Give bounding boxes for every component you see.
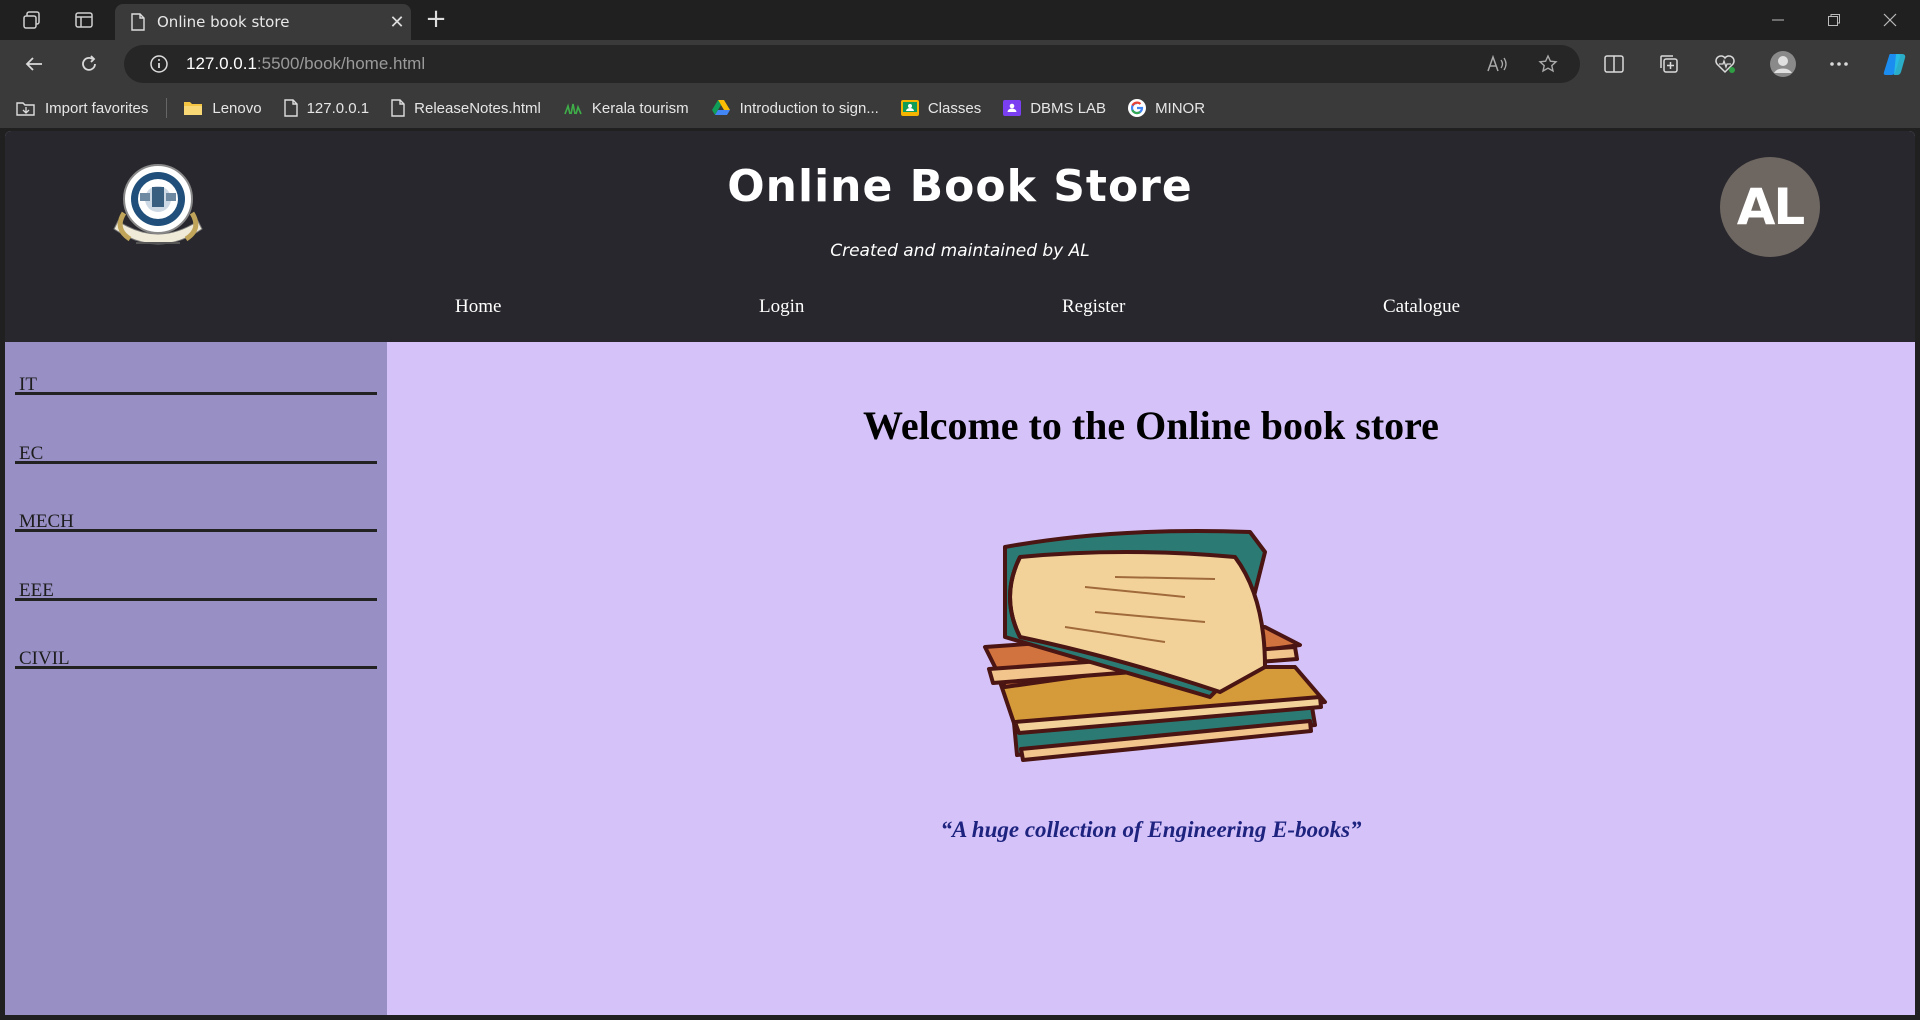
bookmark-release-notes[interactable]: ReleaseNotes.html: [391, 99, 541, 117]
sidebar-item-ec[interactable]: EC: [15, 421, 377, 464]
nav-catalogue-link[interactable]: Catalogue: [1383, 296, 1460, 318]
web-page: Online Book Store Created and maintained…: [5, 131, 1915, 1015]
bookmark-localhost[interactable]: 127.0.0.1: [283, 99, 370, 117]
nav-home-link[interactable]: Home: [455, 296, 501, 318]
more-options-icon[interactable]: [1823, 49, 1855, 79]
user-avatar[interactable]: AL: [1720, 157, 1820, 257]
bookmark-label: Introduction to sign...: [739, 99, 879, 117]
bookmark-dbms-lab[interactable]: DBMS LAB: [1003, 100, 1106, 117]
bookmarks-bar: Import favorites Lenovo 127.0.0.1 Releas…: [0, 88, 1920, 128]
tab-actions-icon[interactable]: [68, 6, 100, 34]
bookmark-label: Lenovo: [212, 99, 262, 117]
close-window-icon[interactable]: [1862, 0, 1918, 40]
bookmark-lenovo[interactable]: Lenovo: [183, 99, 262, 117]
restore-icon[interactable]: [1806, 0, 1862, 40]
favorite-star-icon[interactable]: [1532, 49, 1564, 79]
site-subtitle: Created and maintained by AL: [830, 241, 1090, 261]
sidebar-item-it[interactable]: IT: [15, 352, 377, 395]
classroom-icon: [900, 100, 919, 116]
bookmark-label: Kerala tourism: [591, 99, 689, 117]
tab-online-book-store[interactable]: Online book store ✕: [115, 4, 411, 40]
department-sidebar: IT EC MECH EEE CIVIL: [5, 342, 387, 1015]
sidebar-item-label: MECH: [19, 511, 74, 532]
drive-icon: [711, 99, 731, 117]
folder-icon: [183, 100, 203, 116]
sidebar-item-label: CIVIL: [19, 648, 70, 669]
url-text[interactable]: 127.0.0.1:5500/book/home.html: [186, 54, 425, 74]
url-host: 127.0.0.1: [186, 54, 257, 73]
url-path: :5500/book/home.html: [256, 54, 426, 73]
sidebar-item-label: EEE: [19, 580, 54, 601]
nav-register-link[interactable]: Register: [1062, 296, 1125, 318]
site-header: Online Book Store Created and maintained…: [5, 131, 1915, 342]
split-screen-icon[interactable]: [1598, 49, 1630, 79]
bookmark-label: MINOR: [1155, 99, 1206, 117]
sidebar-item-mech[interactable]: MECH: [15, 489, 377, 532]
bookmark-label: 127.0.0.1: [306, 99, 370, 117]
page-icon: [283, 99, 298, 117]
read-aloud-icon[interactable]: [1482, 49, 1514, 79]
copilot-icon[interactable]: [1879, 49, 1911, 79]
bookmark-import-favorites[interactable]: Import favorites: [16, 100, 148, 117]
tagline-quote: “A huge collection of Engineering E-book…: [940, 817, 1362, 842]
bookmarks-divider: [166, 98, 168, 118]
collections-icon[interactable]: [1653, 49, 1685, 79]
bookmark-label: Classes: [927, 99, 982, 117]
profile-avatar-icon[interactable]: [1767, 49, 1799, 79]
bookmark-label: ReleaseNotes.html: [414, 99, 541, 117]
close-tab-icon[interactable]: ✕: [383, 12, 411, 33]
back-icon[interactable]: [18, 49, 50, 79]
workspaces-icon[interactable]: [16, 6, 48, 34]
bookmark-kerala-tourism[interactable]: Kerala tourism: [563, 100, 689, 117]
browser-toolbar: 127.0.0.1:5500/book/home.html: [0, 40, 1920, 88]
page-icon: [391, 99, 405, 117]
sidebar-item-eee[interactable]: EEE: [15, 558, 377, 601]
sidebar-item-label: EC: [19, 443, 44, 464]
bookmark-label: Import favorites: [45, 99, 149, 117]
tab-title: Online book store: [157, 13, 290, 31]
main-content: Welcome to the Online book store “A huge…: [387, 342, 1915, 1015]
refresh-icon[interactable]: [73, 49, 105, 79]
import-icon: [16, 100, 36, 116]
address-bar[interactable]: 127.0.0.1:5500/book/home.html: [124, 45, 1580, 83]
welcome-heading: Welcome to the Online book store: [863, 403, 1439, 448]
classroom-icon: [1003, 100, 1022, 116]
browser-tab-bar: Online book store ✕ +: [0, 0, 1920, 40]
browser-essentials-icon[interactable]: [1709, 49, 1741, 79]
new-tab-button[interactable]: +: [420, 6, 452, 34]
sidebar-item-label: IT: [19, 374, 37, 395]
sidebar-item-civil[interactable]: CIVIL: [15, 626, 377, 669]
page-icon: [131, 13, 145, 31]
bookmark-label: DBMS LAB: [1030, 99, 1107, 117]
minimize-icon[interactable]: [1750, 0, 1806, 40]
nav-login-link[interactable]: Login: [759, 296, 804, 318]
bookmark-classes[interactable]: Classes: [900, 99, 982, 117]
kerala-icon: [563, 100, 583, 116]
bookmark-introduction[interactable]: Introduction to sign...: [711, 99, 879, 117]
google-icon: [1128, 99, 1147, 117]
bookmark-minor[interactable]: MINOR: [1128, 99, 1205, 117]
site-info-icon[interactable]: [144, 54, 174, 74]
site-title: Online Book Store: [727, 161, 1193, 212]
book-stack-illustration: [965, 517, 1345, 777]
